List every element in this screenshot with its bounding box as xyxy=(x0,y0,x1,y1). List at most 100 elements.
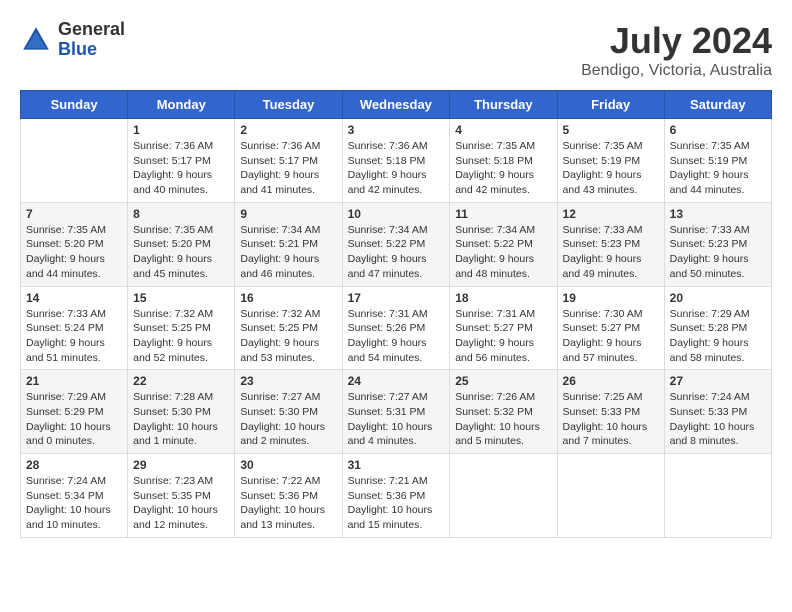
calendar-cell: 3 Sunrise: 7:36 AM Sunset: 5:18 PM Dayli… xyxy=(342,119,450,203)
daylight-text: Daylight: 9 hours and 52 minutes. xyxy=(133,337,212,364)
sunrise-text: Sunrise: 7:35 AM xyxy=(563,140,643,152)
sunrise-text: Sunrise: 7:29 AM xyxy=(26,391,106,403)
calendar-cell: 13 Sunrise: 7:33 AM Sunset: 5:23 PM Dayl… xyxy=(664,202,771,286)
sunrise-text: Sunrise: 7:21 AM xyxy=(348,475,428,487)
sunset-text: Sunset: 5:25 PM xyxy=(240,322,318,334)
sunrise-text: Sunrise: 7:30 AM xyxy=(563,308,643,320)
sunrise-text: Sunrise: 7:33 AM xyxy=(26,308,106,320)
sunrise-text: Sunrise: 7:34 AM xyxy=(348,224,428,236)
sunset-text: Sunset: 5:19 PM xyxy=(563,155,641,167)
day-number: 17 xyxy=(348,291,445,305)
cell-info: Sunrise: 7:35 AM Sunset: 5:19 PM Dayligh… xyxy=(563,139,659,198)
calendar-cell xyxy=(664,454,771,538)
cell-info: Sunrise: 7:27 AM Sunset: 5:31 PM Dayligh… xyxy=(348,390,445,449)
day-number: 28 xyxy=(26,458,122,472)
day-number: 15 xyxy=(133,291,229,305)
sunrise-text: Sunrise: 7:27 AM xyxy=(348,391,428,403)
daylight-text: Daylight: 10 hours and 1 minute. xyxy=(133,421,218,448)
cell-info: Sunrise: 7:36 AM Sunset: 5:17 PM Dayligh… xyxy=(240,139,336,198)
cell-info: Sunrise: 7:31 AM Sunset: 5:27 PM Dayligh… xyxy=(455,307,551,366)
sunrise-text: Sunrise: 7:31 AM xyxy=(455,308,535,320)
cell-info: Sunrise: 7:34 AM Sunset: 5:21 PM Dayligh… xyxy=(240,223,336,282)
sunset-text: Sunset: 5:20 PM xyxy=(26,238,104,250)
sunset-text: Sunset: 5:35 PM xyxy=(133,490,211,502)
daylight-text: Daylight: 9 hours and 40 minutes. xyxy=(133,169,212,196)
cell-info: Sunrise: 7:26 AM Sunset: 5:32 PM Dayligh… xyxy=(455,390,551,449)
sunset-text: Sunset: 5:24 PM xyxy=(26,322,104,334)
sunrise-text: Sunrise: 7:32 AM xyxy=(240,308,320,320)
daylight-text: Daylight: 9 hours and 58 minutes. xyxy=(670,337,749,364)
sunset-text: Sunset: 5:27 PM xyxy=(455,322,533,334)
day-number: 27 xyxy=(670,374,766,388)
weekday-friday: Friday xyxy=(557,91,664,119)
title-area: July 2024 Bendigo, Victoria, Australia xyxy=(581,20,772,80)
sunset-text: Sunset: 5:30 PM xyxy=(240,406,318,418)
sunrise-text: Sunrise: 7:32 AM xyxy=(133,308,213,320)
sunset-text: Sunset: 5:36 PM xyxy=(348,490,426,502)
calendar-cell: 6 Sunrise: 7:35 AM Sunset: 5:19 PM Dayli… xyxy=(664,119,771,203)
sunrise-text: Sunrise: 7:28 AM xyxy=(133,391,213,403)
day-number: 25 xyxy=(455,374,551,388)
daylight-text: Daylight: 9 hours and 48 minutes. xyxy=(455,253,534,280)
sunrise-text: Sunrise: 7:35 AM xyxy=(670,140,750,152)
day-number: 7 xyxy=(26,207,122,221)
calendar-cell: 7 Sunrise: 7:35 AM Sunset: 5:20 PM Dayli… xyxy=(21,202,128,286)
sunset-text: Sunset: 5:28 PM xyxy=(670,322,748,334)
cell-info: Sunrise: 7:24 AM Sunset: 5:33 PM Dayligh… xyxy=(670,390,766,449)
weekday-sunday: Sunday xyxy=(21,91,128,119)
cell-info: Sunrise: 7:33 AM Sunset: 5:24 PM Dayligh… xyxy=(26,307,122,366)
cell-info: Sunrise: 7:22 AM Sunset: 5:36 PM Dayligh… xyxy=(240,474,336,533)
cell-info: Sunrise: 7:29 AM Sunset: 5:28 PM Dayligh… xyxy=(670,307,766,366)
calendar-cell: 20 Sunrise: 7:29 AM Sunset: 5:28 PM Dayl… xyxy=(664,286,771,370)
cell-info: Sunrise: 7:36 AM Sunset: 5:18 PM Dayligh… xyxy=(348,139,445,198)
daylight-text: Daylight: 10 hours and 4 minutes. xyxy=(348,421,433,448)
sunset-text: Sunset: 5:25 PM xyxy=(133,322,211,334)
sunrise-text: Sunrise: 7:36 AM xyxy=(133,140,213,152)
logo-blue: Blue xyxy=(58,40,125,60)
calendar-cell xyxy=(21,119,128,203)
calendar-body: 1 Sunrise: 7:36 AM Sunset: 5:17 PM Dayli… xyxy=(21,119,772,538)
sunset-text: Sunset: 5:36 PM xyxy=(240,490,318,502)
weekday-wednesday: Wednesday xyxy=(342,91,450,119)
day-number: 12 xyxy=(563,207,659,221)
day-number: 26 xyxy=(563,374,659,388)
sunset-text: Sunset: 5:19 PM xyxy=(670,155,748,167)
day-number: 22 xyxy=(133,374,229,388)
day-number: 18 xyxy=(455,291,551,305)
daylight-text: Daylight: 10 hours and 2 minutes. xyxy=(240,421,325,448)
cell-info: Sunrise: 7:27 AM Sunset: 5:30 PM Dayligh… xyxy=(240,390,336,449)
sunrise-text: Sunrise: 7:23 AM xyxy=(133,475,213,487)
calendar-cell: 25 Sunrise: 7:26 AM Sunset: 5:32 PM Dayl… xyxy=(450,370,557,454)
sunrise-text: Sunrise: 7:35 AM xyxy=(26,224,106,236)
sunrise-text: Sunrise: 7:27 AM xyxy=(240,391,320,403)
daylight-text: Daylight: 9 hours and 41 minutes. xyxy=(240,169,319,196)
day-number: 30 xyxy=(240,458,336,472)
calendar-cell: 15 Sunrise: 7:32 AM Sunset: 5:25 PM Dayl… xyxy=(128,286,235,370)
day-number: 3 xyxy=(348,123,445,137)
sunrise-text: Sunrise: 7:36 AM xyxy=(240,140,320,152)
calendar-cell: 27 Sunrise: 7:24 AM Sunset: 5:33 PM Dayl… xyxy=(664,370,771,454)
cell-info: Sunrise: 7:29 AM Sunset: 5:29 PM Dayligh… xyxy=(26,390,122,449)
day-number: 8 xyxy=(133,207,229,221)
sunset-text: Sunset: 5:33 PM xyxy=(670,406,748,418)
daylight-text: Daylight: 9 hours and 46 minutes. xyxy=(240,253,319,280)
day-number: 20 xyxy=(670,291,766,305)
sunrise-text: Sunrise: 7:25 AM xyxy=(563,391,643,403)
sunrise-text: Sunrise: 7:34 AM xyxy=(455,224,535,236)
day-number: 16 xyxy=(240,291,336,305)
day-number: 13 xyxy=(670,207,766,221)
calendar-cell: 18 Sunrise: 7:31 AM Sunset: 5:27 PM Dayl… xyxy=(450,286,557,370)
cell-info: Sunrise: 7:23 AM Sunset: 5:35 PM Dayligh… xyxy=(133,474,229,533)
sunrise-text: Sunrise: 7:31 AM xyxy=(348,308,428,320)
daylight-text: Daylight: 9 hours and 42 minutes. xyxy=(455,169,534,196)
sunrise-text: Sunrise: 7:26 AM xyxy=(455,391,535,403)
daylight-text: Daylight: 9 hours and 42 minutes. xyxy=(348,169,427,196)
sunrise-text: Sunrise: 7:24 AM xyxy=(670,391,750,403)
calendar-cell: 30 Sunrise: 7:22 AM Sunset: 5:36 PM Dayl… xyxy=(235,454,342,538)
daylight-text: Daylight: 10 hours and 15 minutes. xyxy=(348,504,433,531)
sunset-text: Sunset: 5:23 PM xyxy=(563,238,641,250)
calendar-cell xyxy=(557,454,664,538)
calendar-cell: 8 Sunrise: 7:35 AM Sunset: 5:20 PM Dayli… xyxy=(128,202,235,286)
calendar-cell: 19 Sunrise: 7:30 AM Sunset: 5:27 PM Dayl… xyxy=(557,286,664,370)
sunrise-text: Sunrise: 7:35 AM xyxy=(455,140,535,152)
